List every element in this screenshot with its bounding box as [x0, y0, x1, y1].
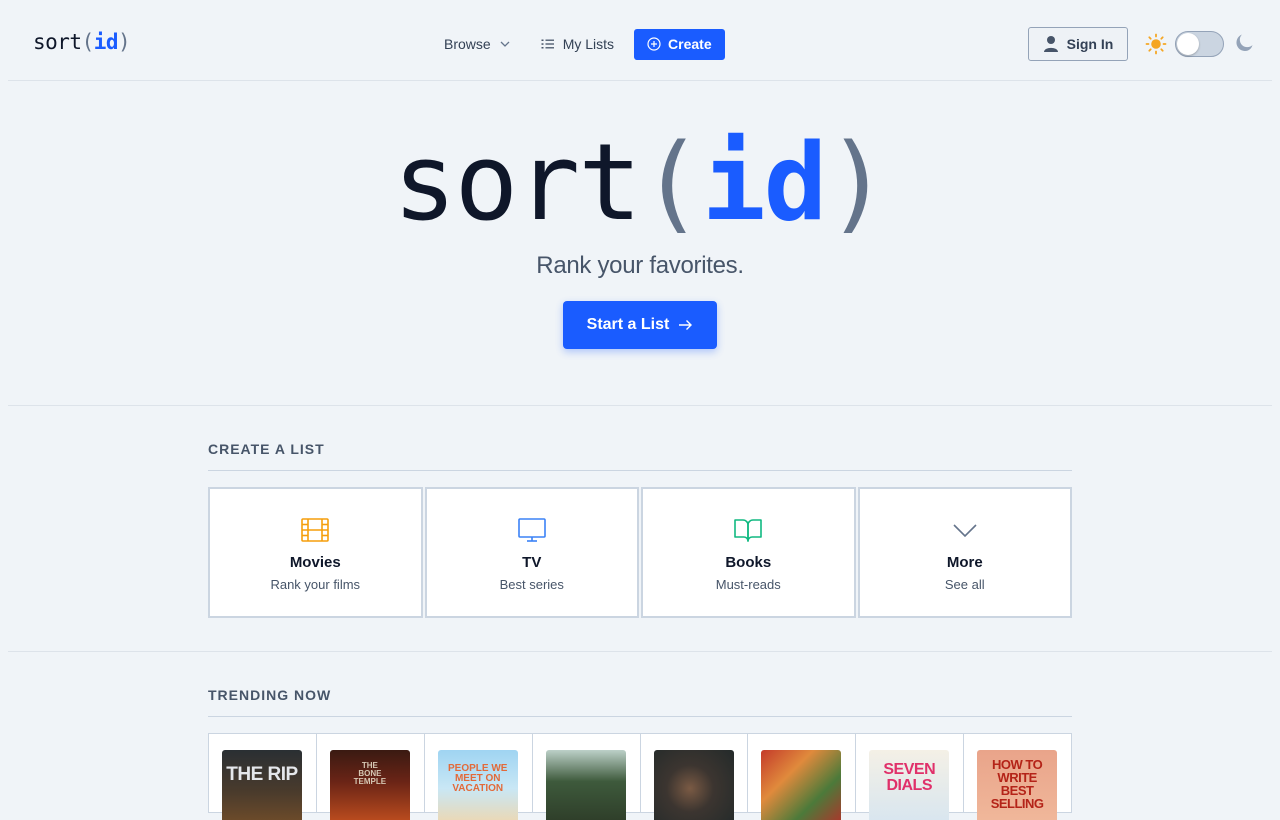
- hero-tagline: Rank your favorites.: [536, 252, 744, 279]
- card-subtitle: See all: [944, 577, 985, 592]
- hero-title-paren-close: ): [825, 121, 889, 244]
- trending-section-title: TRENDING NOW: [208, 687, 332, 703]
- poster-image: SEVEN DIALS: [869, 750, 950, 820]
- user-icon: [1043, 36, 1058, 52]
- card-label: Books: [725, 554, 772, 571]
- sign-in-button[interactable]: Sign In: [1028, 27, 1128, 61]
- trending-item[interactable]: [748, 734, 857, 820]
- hero-title-id: id: [701, 121, 828, 244]
- logo[interactable]: sort(id): [33, 30, 131, 54]
- card-subtitle: Best series: [499, 577, 564, 592]
- poster-image: [653, 750, 734, 820]
- poster-title: SEVEN DIALS: [883, 761, 936, 794]
- theme-toggle-knob: [1177, 33, 1199, 55]
- sign-in-label: Sign In: [1066, 36, 1114, 52]
- trending-item[interactable]: HOW TO WRITE BEST SELLING: [964, 734, 1071, 820]
- poster-image: [545, 750, 626, 820]
- moon-icon: [1236, 34, 1253, 52]
- poster-title: PEOPLE WE MEET ON VACATION: [448, 763, 508, 794]
- header-divider: [8, 80, 1272, 81]
- section-divider: [8, 651, 1272, 652]
- start-list-button[interactable]: Start a List: [563, 301, 717, 349]
- chevron-down-icon: [500, 41, 510, 47]
- trending-item[interactable]: PEOPLE WE MEET ON VACATION: [425, 734, 533, 820]
- hero-title-main: sort: [392, 121, 642, 244]
- category-card-tv[interactable]: TV Best series: [424, 487, 639, 618]
- top-nav-bar: sort(id) Browse My Lists Create Sign In: [0, 0, 1280, 81]
- monitor-icon: [517, 518, 546, 542]
- trending-item[interactable]: [641, 734, 749, 820]
- film-icon: [301, 518, 330, 542]
- nav-my-lists-label: My Lists: [562, 36, 615, 52]
- create-button[interactable]: Create: [634, 28, 725, 60]
- arrow-right-icon: [679, 320, 693, 330]
- logo-id: id: [93, 30, 119, 54]
- poster-image: [761, 750, 842, 820]
- poster-title: THE BONE TEMPLE: [353, 761, 387, 786]
- book-open-icon: [734, 519, 763, 542]
- card-label: More: [946, 554, 983, 571]
- hero-divider: [8, 405, 1272, 406]
- hero-title-paren-open: (: [639, 121, 704, 244]
- trending-item[interactable]: THE RIP: [209, 734, 317, 820]
- poster-image: HOW TO WRITE BEST SELLING: [977, 750, 1058, 820]
- plus-circle-icon: [647, 37, 661, 51]
- start-list-label: Start a List: [586, 316, 670, 333]
- poster-image: THE BONE TEMPLE: [329, 750, 410, 820]
- card-label: TV: [522, 554, 542, 571]
- nav-browse-label: Browse: [444, 36, 491, 52]
- trending-item[interactable]: SEVEN DIALS: [856, 734, 965, 820]
- card-subtitle: Rank your films: [270, 577, 361, 592]
- poster-image: PEOPLE WE MEET ON VACATION: [437, 750, 518, 820]
- create-button-label: Create: [668, 36, 712, 52]
- main-nav: Browse My Lists Create: [430, 28, 725, 60]
- trending-section-line: [208, 716, 1072, 717]
- chevron-down-icon: [953, 524, 977, 538]
- category-card-books[interactable]: Books Must-reads: [641, 487, 856, 618]
- logo-paren-close: ): [118, 30, 131, 54]
- trending-list: THE RIP THE BONE TEMPLE PEOPLE WE MEET O…: [208, 733, 1072, 820]
- theme-toggle[interactable]: [1175, 31, 1224, 57]
- category-card-more[interactable]: More See all: [857, 487, 1072, 618]
- list-icon: [541, 39, 554, 49]
- create-section-title: CREATE A LIST: [208, 441, 325, 457]
- hero-title: sort(id): [0, 124, 1280, 242]
- nav-browse-dropdown[interactable]: Browse: [430, 28, 525, 60]
- create-section-line: [208, 470, 1072, 471]
- category-cards: Movies Rank your films TV Best series Bo…: [208, 487, 1072, 618]
- poster-image: THE RIP: [222, 750, 302, 820]
- logo-text: sort: [33, 30, 82, 54]
- trending-item[interactable]: THE BONE TEMPLE: [317, 734, 425, 820]
- poster-title: HOW TO WRITE BEST SELLING: [990, 757, 1044, 811]
- card-label: Movies: [289, 554, 341, 571]
- category-card-movies[interactable]: Movies Rank your films: [208, 487, 423, 618]
- logo-paren-open: (: [81, 30, 95, 54]
- trending-item[interactable]: [533, 734, 641, 820]
- sun-icon: [1145, 33, 1167, 55]
- card-subtitle: Must-reads: [715, 577, 781, 592]
- poster-title: THE RIP: [226, 764, 298, 785]
- nav-my-lists[interactable]: My Lists: [529, 28, 626, 60]
